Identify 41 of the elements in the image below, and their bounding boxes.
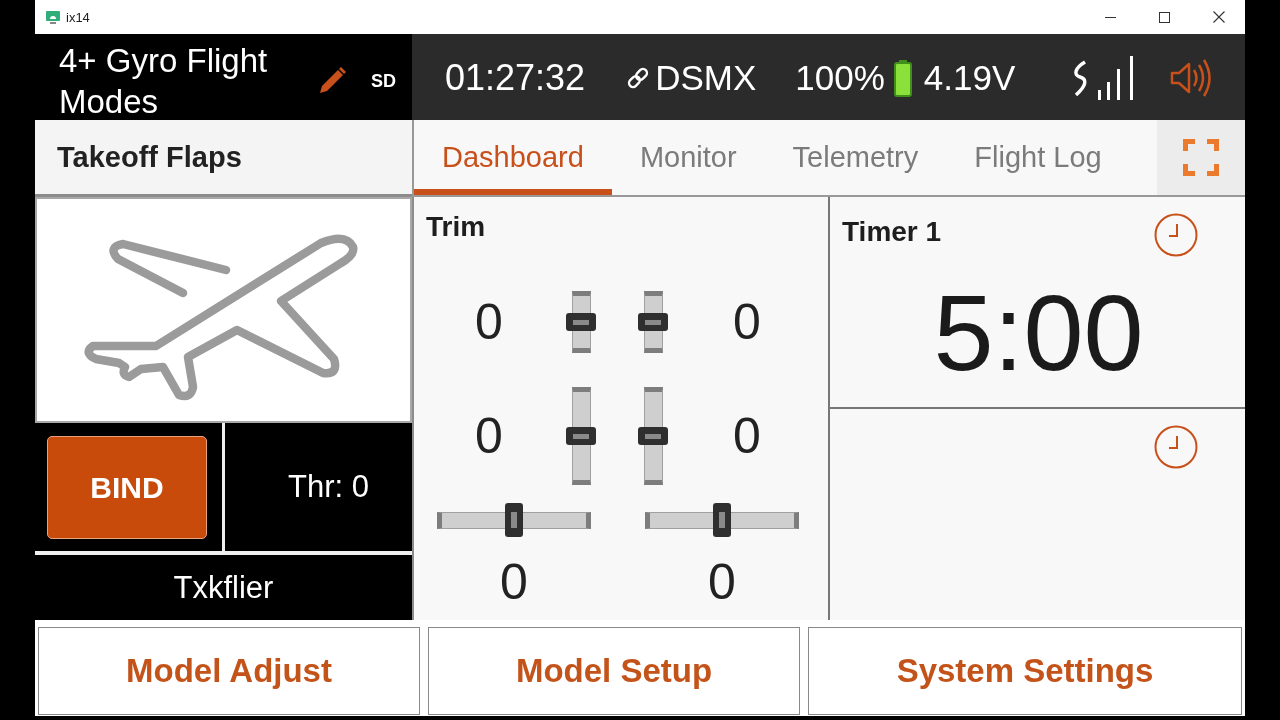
trim-slider-thumb[interactable] [638,427,668,445]
user-name: Txkflier [173,569,274,606]
trim-value: 0 [708,557,736,607]
trim-slider-thumb[interactable] [566,313,596,331]
flight-mode-label: Takeoff Flaps [57,140,242,174]
voltage-reading: 4.19V [923,58,1016,98]
tab[interactable]: Telemetry [764,120,947,195]
close-icon[interactable] [1213,11,1225,23]
trim-slider-thumb[interactable] [566,427,596,445]
model-name: 4+ Gyro Flight Modes [59,41,269,122]
trim-slider-thumb[interactable] [713,503,731,537]
trim-value: 0 [733,411,761,461]
clock-icon[interactable] [1154,425,1198,469]
trim-value: 0 [475,411,503,461]
protocol-label: DSMX [655,58,757,98]
battery-icon [893,59,912,97]
pencil-icon[interactable] [317,66,347,96]
clock-icon[interactable] [1154,213,1198,257]
menu-button[interactable]: System Settings [808,627,1242,715]
trim-value: 0 [733,297,761,347]
window-title: ix14 [66,9,90,25]
bind-button[interactable]: BIND [47,436,207,539]
clock-time: 01:27:32 [445,57,586,99]
trim-value: 0 [475,297,503,347]
tab[interactable]: Flight Log [946,120,1130,195]
menu-button[interactable]: Model Adjust [38,627,420,715]
throttle-reading: Thr: 0 [288,469,369,505]
trim-slider-thumb[interactable] [505,503,523,537]
trim-title: Trim [426,211,486,242]
sd-card-label: SD [371,70,396,92]
timer-value: 5:00 [933,279,1144,387]
app-icon [46,10,60,24]
trim-value: 0 [500,557,528,607]
menu-button[interactable]: Model Setup [428,627,800,715]
maximize-icon[interactable] [1159,11,1170,23]
battery-percent: 100% [795,58,885,98]
timer-title: Timer 1 [842,216,942,248]
trim-slider-thumb[interactable] [638,313,668,331]
fullscreen-button[interactable] [1157,120,1245,195]
tab[interactable]: Monitor [611,120,765,195]
fullscreen-icon [1183,139,1219,176]
